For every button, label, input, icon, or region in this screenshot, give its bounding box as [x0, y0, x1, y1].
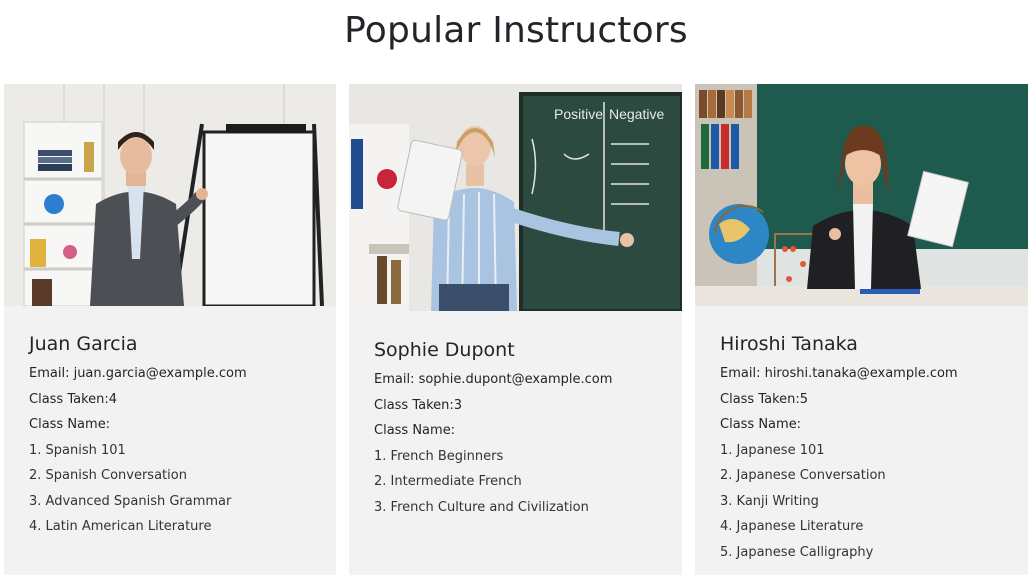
chalkboard-text: Negative — [609, 106, 664, 122]
classes-taken: Class Taken:5 — [720, 391, 809, 407]
class-item: 3. French Culture and Civilization — [374, 499, 589, 515]
class-name-label: Class Name: — [29, 417, 111, 432]
page-title: Popular Instructors — [344, 10, 688, 51]
class-item: 2. Spanish Conversation — [29, 468, 187, 483]
class-item: 2. Japanese Conversation — [720, 468, 886, 483]
class-item: 4. Japanese Literature — [720, 519, 864, 534]
class-item: 1. Spanish 101 — [29, 442, 126, 458]
class-item: 3. Kanji Writing — [720, 493, 819, 509]
class-item: 3. Advanced Spanish Grammar — [29, 493, 232, 509]
instructor-email: Email: hiroshi.tanaka@example.com — [720, 366, 958, 381]
chalkboard-text: Positive — [554, 106, 603, 122]
classes-taken: Class Taken:3 — [374, 397, 463, 413]
instructor-name: Sophie Dupont — [374, 339, 515, 361]
class-list: 1. Spanish 101 2. Spanish Conversation 3… — [29, 438, 326, 540]
instructor-name: Juan Garcia — [29, 333, 138, 355]
class-name-label: Class Name: — [720, 417, 802, 432]
instructor-photo — [4, 84, 336, 306]
class-name-label: Class Name: — [374, 423, 456, 438]
instructor-email: Email: juan.garcia@example.com — [29, 366, 247, 381]
class-item: 4. Latin American Literature — [29, 519, 212, 534]
class-item: 1. French Beginners — [374, 448, 504, 464]
class-list: 1. French Beginners 2. Intermediate Fren… — [374, 444, 672, 521]
instructor-card-hiroshi-tanaka[interactable]: Hiroshi Tanaka Email: hiroshi.tanaka@exa… — [695, 84, 1028, 575]
instructor-photo — [695, 84, 1028, 306]
instructor-photo: Positive Negative — [349, 84, 682, 311]
instructor-name: Hiroshi Tanaka — [720, 333, 858, 355]
instructor-card-sophie-dupont[interactable]: Positive Negative Sophie Dupont Email: s… — [349, 84, 682, 575]
classes-taken: Class Taken:4 — [29, 391, 118, 407]
class-item: 5. Japanese Calligraphy — [720, 544, 874, 560]
instructor-email: Email: sophie.dupont@example.com — [374, 372, 613, 387]
class-item: 1. Japanese 101 — [720, 442, 825, 458]
class-list: 1. Japanese 101 2. Japanese Conversation… — [720, 438, 1018, 566]
class-item: 2. Intermediate French — [374, 474, 522, 489]
instructor-card-juan-garcia[interactable]: Juan Garcia Email: juan.garcia@example.c… — [4, 84, 336, 575]
